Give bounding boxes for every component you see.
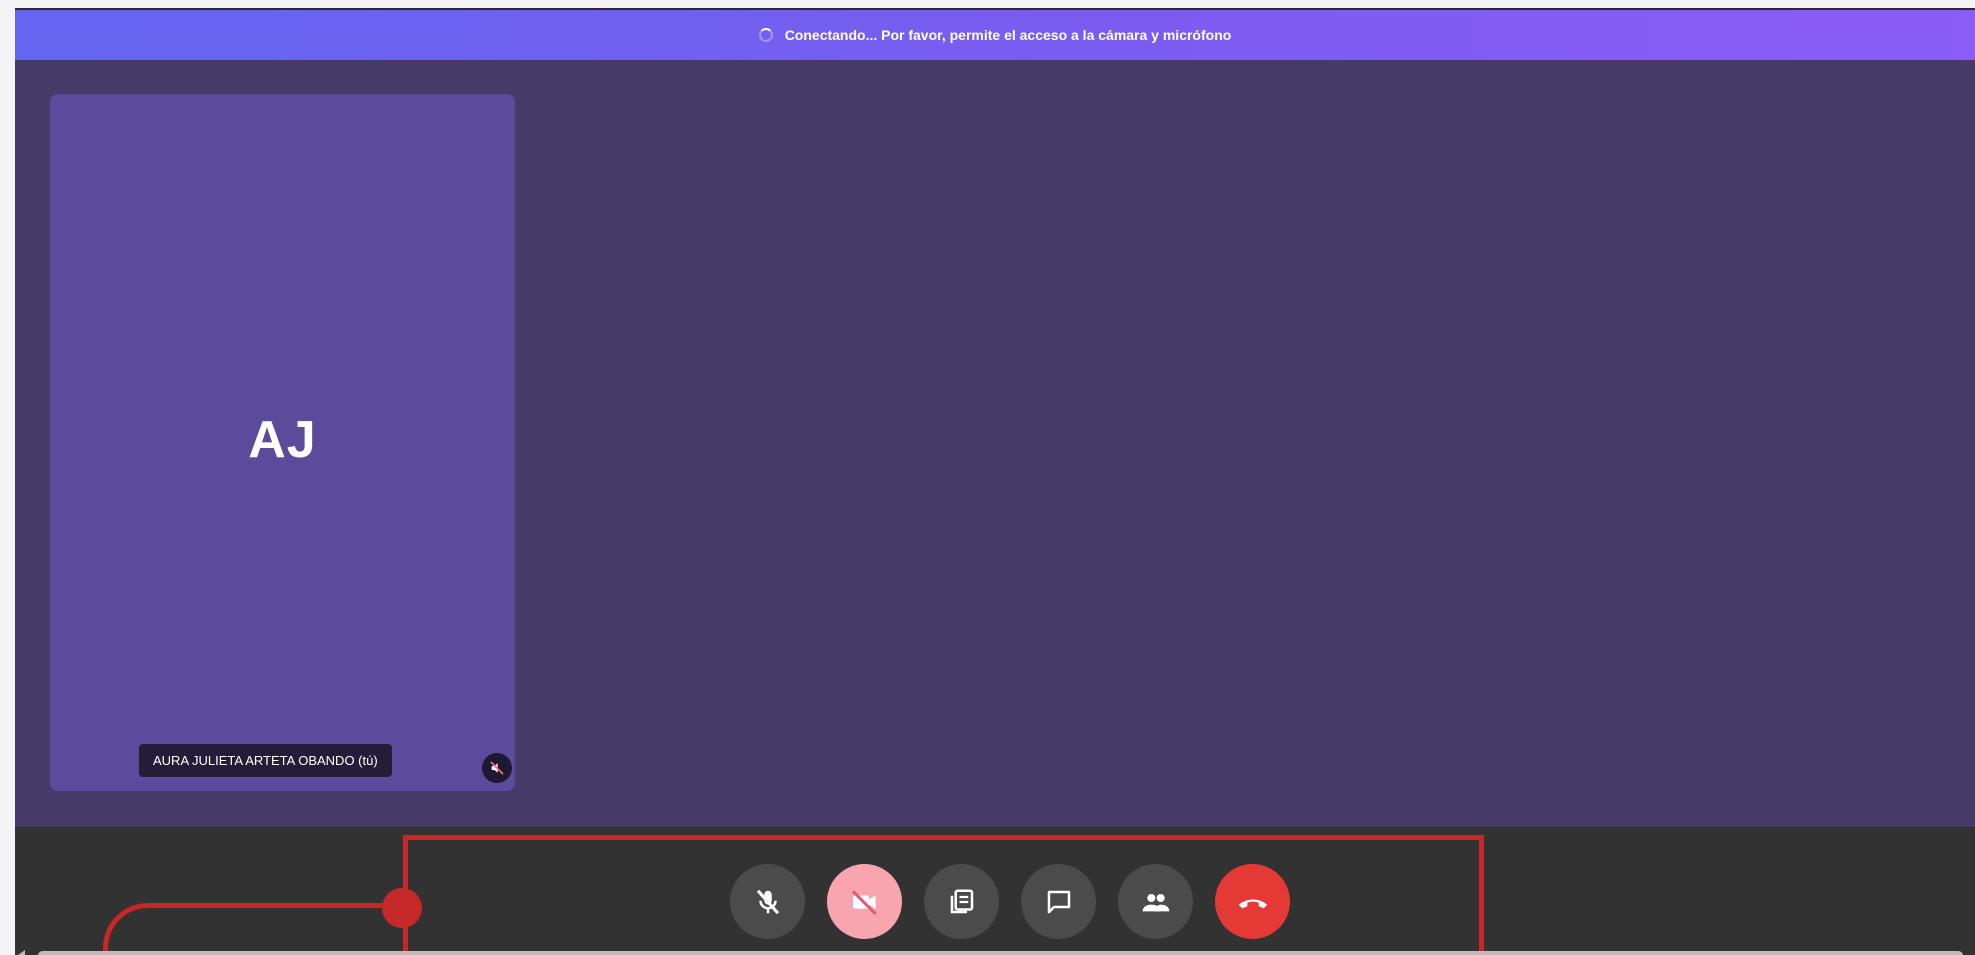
call-controls-bar — [15, 827, 1975, 955]
mic-off-icon — [756, 889, 779, 914]
hang-up-button[interactable] — [1215, 864, 1290, 939]
hang-up-icon — [1238, 899, 1267, 908]
annotation-callout-line — [103, 903, 403, 955]
participant-initials: AJ — [248, 411, 317, 469]
annotation-callout-dot — [382, 888, 422, 928]
people-icon — [1142, 893, 1169, 911]
scroll-left-arrow-icon[interactable] — [18, 950, 25, 955]
horizontal-scrollbar[interactable] — [15, 950, 1975, 955]
connection-banner: Conectando... Por favor, permite el acce… — [15, 10, 1975, 60]
camera-toggle-button[interactable] — [827, 864, 902, 939]
connection-status-text: Conectando... Por favor, permite el acce… — [784, 27, 1232, 43]
muted-speaker-icon — [482, 753, 512, 783]
chat-icon — [1047, 890, 1070, 913]
participant-tile: AJ AURA JULIETA ARTETA OBANDO (tú) — [50, 94, 515, 791]
chat-button[interactable] — [1021, 864, 1096, 939]
participant-name-label: AURA JULIETA ARTETA OBANDO (tú) — [139, 744, 392, 777]
spinner-icon — [758, 28, 773, 42]
present-icon — [950, 889, 973, 913]
present-button[interactable] — [924, 864, 999, 939]
video-call-window: Conectando... Por favor, permite el acce… — [15, 8, 1975, 955]
participants-button[interactable] — [1118, 864, 1193, 939]
microphone-toggle-button[interactable] — [730, 864, 805, 939]
camera-off-icon — [851, 889, 877, 915]
scrollbar-thumb[interactable] — [38, 951, 1963, 955]
